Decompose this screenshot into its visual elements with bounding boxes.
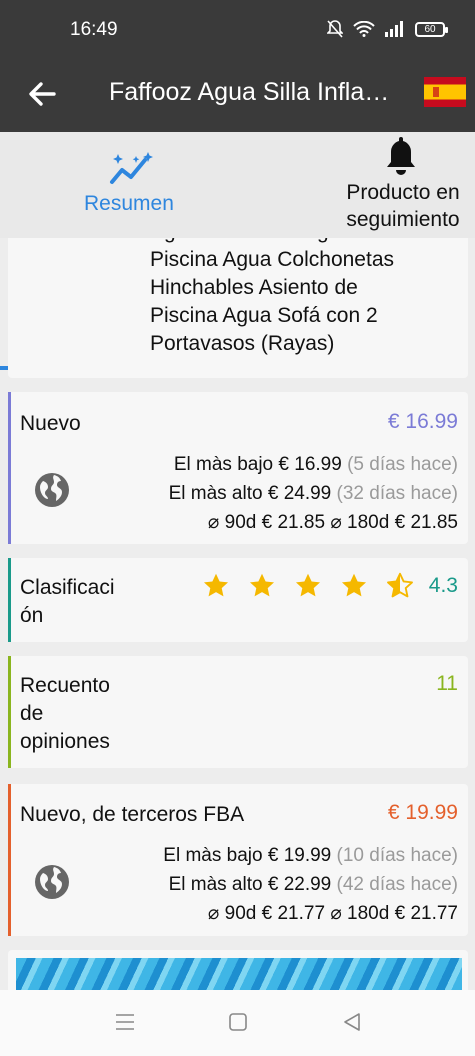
highest-price-row: El màs alto € 22.99 (42 días hace) — [169, 873, 458, 897]
status-icons: 60 — [327, 20, 448, 38]
card-accent-bar — [8, 558, 11, 642]
star-full-icon — [249, 573, 275, 597]
tab-resumen-label: Resumen — [84, 192, 174, 215]
lowest-price: € 19.99 — [267, 845, 332, 866]
lowest-price-row: El màs bajo € 19.99 (10 días hace) — [163, 844, 458, 868]
star-full-icon — [295, 573, 321, 597]
status-time: 16:49 — [70, 19, 118, 40]
product-title-card: Agua Flotante Plegable de la Piscina Agu… — [8, 238, 468, 378]
avg90-label: ⌀ 90d — [207, 903, 257, 924]
review-label-line: Recuento — [20, 674, 110, 697]
highest-price: € 24.99 — [267, 483, 332, 504]
price-type-label: Nuevo — [20, 412, 81, 435]
product-image-card[interactable] — [8, 950, 468, 990]
avg90-price: € 21.85 — [261, 512, 326, 533]
average-price-row: ⌀ 90d € 21.77 ⌀ 180d € 21.77 — [208, 902, 458, 926]
star-half-icon — [387, 572, 413, 598]
average-price-row: ⌀ 90d € 21.85 ⌀ 180d € 21.85 — [208, 511, 458, 535]
app-bar: Faffooz Agua Silla Infla… — [0, 62, 475, 132]
tab-seguimiento-label: Producto en seguimiento — [346, 181, 460, 231]
back-triangle-icon[interactable] — [342, 1012, 362, 1032]
product-image[interactable] — [16, 958, 462, 990]
review-count-value: 11 — [436, 672, 458, 695]
summary-content[interactable]: Agua Flotante Plegable de la Piscina Agu… — [0, 238, 475, 990]
highest-ago: (32 días hace) — [336, 483, 458, 504]
menu-icon[interactable] — [114, 1012, 136, 1032]
spain-flag-icon[interactable] — [424, 77, 466, 107]
globe-icon — [35, 473, 69, 507]
rating-stars — [202, 572, 414, 600]
bell-icon — [387, 137, 415, 175]
price-type-label: Nuevo, de terceros FBA — [20, 803, 245, 826]
status-bar: 16:49 60 — [0, 0, 475, 62]
home-icon[interactable] — [228, 1012, 248, 1032]
avg180-label: ⌀ 180d — [330, 903, 390, 924]
avg90-label: ⌀ 90d — [207, 512, 257, 533]
current-price: € 16.99 — [387, 410, 458, 433]
wifi-icon — [353, 21, 375, 37]
product-title-line: Piscina Agua Colchonetas — [150, 248, 394, 271]
product-title-line: Piscina Agua Sofá con 2 — [150, 304, 378, 327]
lowest-price: € 16.99 — [278, 454, 342, 475]
star-full-icon — [341, 573, 367, 597]
highest-ago: (42 días hace) — [336, 874, 458, 895]
system-nav-bar — [0, 990, 475, 1056]
trend-icon — [110, 152, 153, 184]
review-label-line: opiniones — [20, 730, 110, 753]
lowest-ago: (10 días hace) — [336, 845, 458, 866]
price-card-nuevo[interactable]: Nuevo € 16.99 El màs bajo € 16.99 (5 día… — [8, 392, 468, 544]
avg180-price: € 21.77 — [394, 903, 458, 924]
rating-value: 4.3 — [428, 574, 458, 597]
rating-card[interactable]: Clasificaci ón 4.3 — [8, 558, 468, 642]
mute-bell-icon — [327, 20, 343, 38]
highest-price-row: El màs alto € 24.99 (32 días hace) — [169, 482, 458, 506]
tab-bar: Resumen Producto en seguimiento — [0, 132, 475, 370]
review-count-card[interactable]: Recuento de opiniones 11 — [8, 656, 468, 768]
star-full-icon — [203, 573, 229, 597]
card-accent-bar — [8, 784, 11, 936]
avg180-price: € 21.85 — [394, 512, 458, 533]
rating-label: Clasificaci ón — [20, 574, 115, 630]
globe-icon — [35, 865, 69, 899]
lowest-label: El màs bajo — [163, 845, 263, 866]
card-accent-bar — [8, 656, 11, 768]
tab-resumen[interactable]: Resumen — [0, 132, 267, 238]
review-count-label: Recuento de opiniones — [20, 672, 110, 756]
card-accent-bar — [8, 392, 11, 544]
lowest-label: El màs bajo — [173, 454, 274, 475]
review-label-line: de — [20, 702, 44, 725]
lowest-price-row: El màs bajo € 16.99 (5 días hace) — [174, 453, 458, 477]
lowest-ago: (5 días hace) — [347, 454, 458, 475]
avg180-label: ⌀ 180d — [330, 512, 390, 533]
signal-icon — [385, 21, 403, 37]
product-title-line: Hinchables Asiento de — [150, 276, 358, 299]
rating-label-line: Clasificaci — [20, 576, 115, 599]
product-title-line: Agua Flotante Plegable de la — [150, 238, 450, 246]
price-card-fba[interactable]: Nuevo, de terceros FBA € 19.99 El màs ba… — [8, 784, 468, 936]
product-title: Agua Flotante Plegable de la Piscina Agu… — [150, 238, 450, 358]
highest-label: El màs alto — [168, 483, 263, 504]
highest-price: € 22.99 — [267, 874, 332, 895]
back-arrow-icon[interactable] — [24, 76, 60, 112]
avg90-price: € 21.77 — [261, 903, 326, 924]
page-title: Faffooz Agua Silla Infla… — [109, 78, 390, 106]
product-title-line: Portavasos (Rayas) — [150, 332, 335, 355]
tab-producto-seguimiento[interactable]: Producto en seguimiento — [330, 132, 475, 238]
rating-label-line: ón — [20, 604, 44, 627]
current-price: € 19.99 — [387, 801, 458, 824]
battery-icon: 60 — [415, 21, 448, 37]
highest-label: El màs alto — [168, 874, 263, 895]
